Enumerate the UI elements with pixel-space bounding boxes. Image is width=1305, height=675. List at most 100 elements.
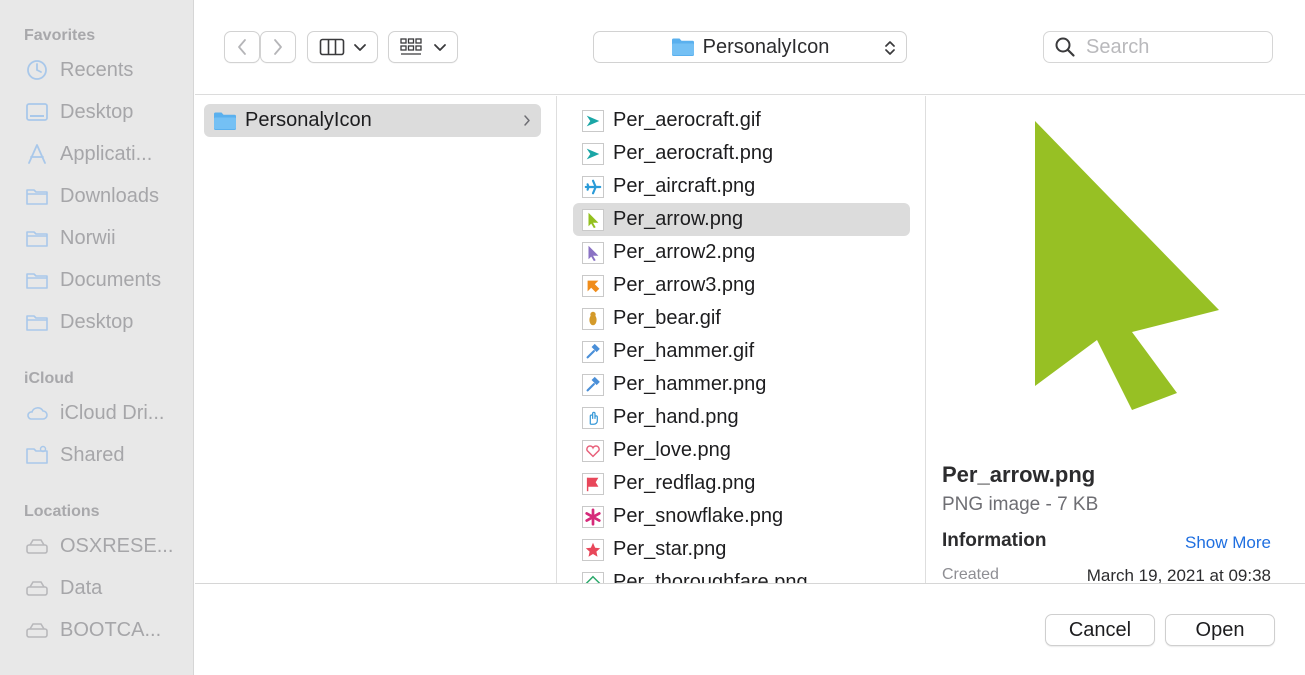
clock-icon (24, 59, 50, 81)
sidebar-item-data[interactable]: Data (24, 573, 184, 603)
file-name: Per_aircraft.png (613, 175, 756, 197)
file-row[interactable]: Per_snowflake.png (573, 500, 910, 533)
open-button[interactable]: Open (1165, 614, 1275, 646)
shared-folder-icon (24, 444, 50, 466)
sidebar-item-label: Applicati... (60, 142, 153, 165)
sidebar-section-icloud: iCloud (24, 370, 74, 387)
file-row[interactable]: Per_redflag.png (573, 467, 910, 500)
sidebar-item-label: OSXRESE... (60, 534, 174, 557)
snowflake-icon (582, 505, 604, 528)
sidebar: Favorites Recents Desktop Applicati... D… (0, 0, 194, 675)
sidebar-item-label: Desktop (60, 100, 134, 123)
file-row[interactable]: Per_aerocraft.png (573, 137, 910, 170)
file-row[interactable]: Per_arrow.png (573, 203, 910, 236)
heart-icon (582, 439, 604, 462)
arrow-cursor-icon (582, 208, 604, 231)
search-icon (1055, 37, 1075, 57)
columns-view-icon (319, 38, 344, 56)
show-more-link[interactable]: Show More (1185, 533, 1271, 553)
cancel-button[interactable]: Cancel (1045, 614, 1155, 646)
drive-icon (24, 577, 50, 599)
search-input[interactable] (1086, 35, 1266, 59)
sidebar-item-applications[interactable]: Applicati... (24, 139, 184, 169)
back-button[interactable] (224, 31, 260, 63)
arrow-cursor-icon (582, 241, 604, 264)
file-row[interactable]: Per_arrow2.png (573, 236, 910, 269)
file-row[interactable]: Per_arrow3.png (573, 269, 910, 302)
aerocraft-icon (582, 142, 604, 165)
star-icon (582, 538, 604, 561)
sidebar-section-favorites: Favorites (24, 27, 96, 44)
hammer-icon (582, 373, 604, 396)
file-name: Per_bear.gif (613, 307, 721, 329)
chevron-down-icon (353, 44, 366, 51)
toolbar: PersonalyIcon (195, 0, 1305, 95)
preview-pane: Per_arrow.png PNG image - 7 KB Informati… (927, 96, 1287, 583)
arrow-diagonal-icon (582, 274, 604, 297)
sidebar-item-bootcamp[interactable]: BOOTCA... (24, 615, 184, 645)
file-name: Per_snowflake.png (613, 505, 784, 527)
grid-icon (400, 38, 422, 55)
aerocraft-icon (582, 109, 604, 132)
folder-icon (24, 269, 50, 291)
created-label: Created (942, 566, 999, 583)
created-value: March 19, 2021 at 09:38 (1086, 566, 1271, 583)
sidebar-section-locations: Locations (24, 503, 100, 520)
dialog-footer: Cancel Open (195, 583, 1305, 675)
folder-icon (24, 227, 50, 249)
file-row[interactable]: Per_star.png (573, 533, 910, 566)
file-name: Per_aerocraft.gif (613, 109, 761, 131)
preview-info-title: Information (942, 530, 1047, 551)
sidebar-item-osxreserved[interactable]: OSXRESE... (24, 531, 184, 561)
desktop-icon (24, 101, 50, 123)
sidebar-item-recents[interactable]: Recents (24, 55, 184, 85)
file-name: Per_love.png (613, 439, 731, 461)
search-field[interactable] (1043, 31, 1273, 63)
sidebar-item-icloud-drive[interactable]: iCloud Dri... (24, 398, 184, 428)
file-name: Per_star.png (613, 538, 727, 560)
preview-filename: Per_arrow.png (942, 462, 1096, 487)
folder-icon (24, 311, 50, 333)
sidebar-item-label: Downloads (60, 184, 159, 207)
file-row[interactable]: Per_aircraft.png (573, 170, 910, 203)
view-mode-button[interactable] (307, 31, 378, 63)
sidebar-item-shared[interactable]: Shared (24, 440, 184, 470)
file-row[interactable]: Per_thoroughfare.png (573, 566, 910, 583)
file-row[interactable]: Per_hammer.png (573, 368, 910, 401)
file-name: Per_aerocraft.png (613, 142, 774, 164)
cloud-icon (24, 402, 50, 424)
sidebar-item-desktop[interactable]: Desktop (24, 97, 184, 127)
folder-column: PersonalyIcon (195, 96, 557, 583)
sidebar-item-documents[interactable]: Documents (24, 265, 184, 295)
drive-icon (24, 535, 50, 557)
sidebar-item-label: Data (60, 576, 103, 599)
file-row[interactable]: Per_bear.gif (573, 302, 910, 335)
bear-icon (582, 307, 604, 330)
file-row[interactable]: Per_love.png (573, 434, 910, 467)
sidebar-item-downloads[interactable]: Downloads (24, 181, 184, 211)
preview-image (1035, 121, 1219, 410)
file-name: Per_arrow3.png (613, 274, 756, 296)
file-name: Per_hammer.gif (613, 340, 755, 362)
updown-chevron-icon (885, 41, 895, 55)
sidebar-item-desktop-folder[interactable]: Desktop (24, 307, 184, 337)
file-name: Per_hand.png (613, 406, 739, 428)
forward-button[interactable] (260, 31, 296, 63)
file-row[interactable]: Per_hammer.gif (573, 335, 910, 368)
sidebar-item-label: Recents (60, 58, 134, 81)
drive-icon (24, 619, 50, 641)
folder-icon (214, 112, 236, 130)
hammer-icon (582, 340, 604, 363)
file-name: Per_hammer.png (613, 373, 767, 395)
sidebar-item-norwii[interactable]: Norwii (24, 223, 184, 253)
group-button[interactable] (388, 31, 458, 63)
file-row[interactable]: Per_hand.png (573, 401, 910, 434)
flag-icon (582, 472, 604, 495)
chevron-right-icon (524, 115, 530, 126)
file-row[interactable]: Per_aerocraft.gif (573, 104, 910, 137)
location-label: PersonalyIcon (702, 35, 830, 58)
location-popup[interactable]: PersonalyIcon (593, 31, 907, 63)
folder-label: PersonalyIcon (245, 109, 372, 131)
chevron-left-icon (238, 39, 246, 55)
folder-row-personalyicon[interactable]: PersonalyIcon (204, 104, 541, 137)
